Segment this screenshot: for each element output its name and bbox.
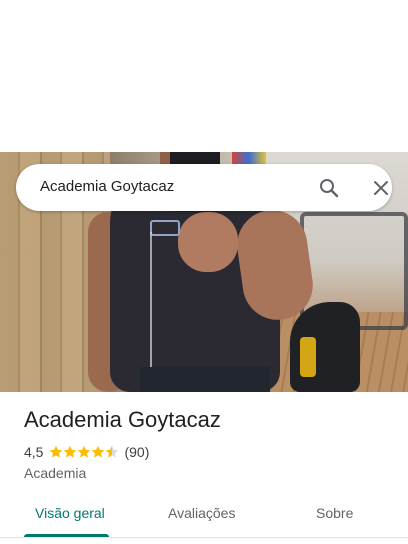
rating-row[interactable]: 4,5 (90) <box>24 444 149 460</box>
review-count[interactable]: (90) <box>124 444 149 460</box>
place-tabs: Visão geral Avaliações Sobre <box>0 490 408 544</box>
earphone-cable <box>150 232 152 372</box>
close-icon[interactable] <box>369 176 393 200</box>
tab-sobre[interactable]: Sobre <box>316 505 353 521</box>
place-category: Academia <box>24 465 87 481</box>
shirt-logo <box>150 220 180 236</box>
hand <box>178 212 238 272</box>
shorts <box>140 367 270 392</box>
place-title: Academia Goytacaz <box>24 407 221 432</box>
bike-accent <box>300 337 316 377</box>
star-icon <box>78 445 91 458</box>
tab-avaliacoes[interactable]: Avaliações <box>168 505 235 521</box>
star-icon <box>106 445 119 458</box>
rating-stars <box>49 445 119 459</box>
wall-poster <box>232 152 266 164</box>
rating-value: 4,5 <box>24 444 44 460</box>
search-icon[interactable] <box>317 176 341 200</box>
top-blank-area <box>0 0 408 152</box>
tab-visao-geral[interactable]: Visão geral <box>35 505 105 521</box>
search-bar[interactable]: Academia Goytacaz <box>16 164 392 211</box>
tab-divider <box>0 537 408 538</box>
search-query[interactable]: Academia Goytacaz <box>40 178 174 195</box>
star-icon <box>50 445 63 458</box>
star-icon <box>92 445 105 458</box>
star-icon <box>64 445 77 458</box>
